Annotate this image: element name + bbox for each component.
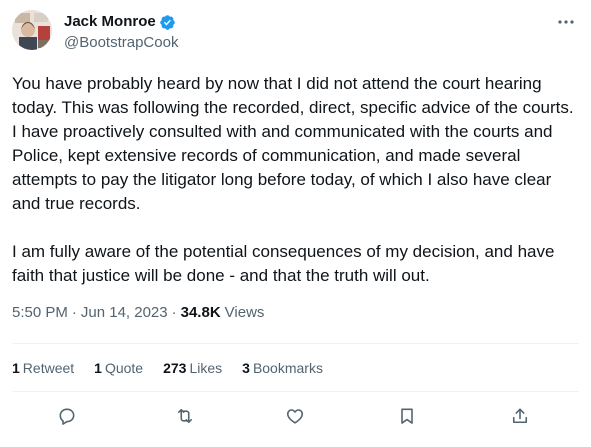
views-label: Views [224, 304, 265, 321]
tweet-meta: 5:50 PM · Jun 14, 2023 · 34.8K Views [12, 303, 264, 323]
avatar-photo-icon [12, 10, 52, 50]
tweet-card: Jack Monroe @BootstrapCook You have prob… [0, 0, 591, 447]
reply-icon[interactable] [55, 404, 79, 428]
retweets-label: Retweet [22, 360, 75, 376]
meta-separator: · [171, 304, 177, 321]
engagement-stats: 1 Retweet 1 Quote 273 Likes 3 Bookmarks [12, 358, 343, 378]
quotes-label: Quote [104, 360, 144, 376]
retweets-stat[interactable]: 1 Retweet [12, 358, 74, 378]
bookmarks-count: 3 [242, 360, 250, 376]
bookmarks-label: Bookmarks [252, 360, 323, 376]
bookmarks-stat[interactable]: 3 Bookmarks [242, 358, 323, 378]
avatar[interactable] [12, 10, 52, 50]
retweet-icon[interactable] [173, 404, 197, 428]
likes-count: 273 [163, 360, 187, 376]
more-options-icon[interactable] [555, 14, 577, 30]
display-name[interactable]: Jack Monroe [64, 12, 156, 32]
tweet-text: You have probably heard by now that I di… [12, 72, 574, 288]
quotes-stat[interactable]: 1 Quote [94, 358, 143, 378]
tweet-paragraph: I am fully aware of the potential conseq… [12, 242, 555, 285]
tweet-paragraph: You have probably heard by now that I di… [12, 74, 574, 213]
verified-badge-icon[interactable] [159, 14, 176, 31]
likes-label: Likes [189, 360, 223, 376]
divider [12, 343, 579, 344]
quotes-count: 1 [94, 360, 102, 376]
tweet-actions [0, 400, 591, 432]
tweet-date[interactable]: Jun 14, 2023 [81, 303, 168, 323]
retweets-count: 1 [12, 360, 20, 376]
bookmark-icon[interactable] [395, 404, 419, 428]
divider [12, 391, 579, 392]
tweet-time[interactable]: 5:50 PM [12, 303, 68, 323]
display-name-row: Jack Monroe [64, 12, 178, 32]
author-names: Jack Monroe @BootstrapCook [64, 12, 178, 53]
tweet-header: Jack Monroe @BootstrapCook [12, 10, 579, 54]
meta-separator: · [71, 304, 77, 321]
handle[interactable]: @BootstrapCook [64, 33, 178, 53]
share-icon[interactable] [508, 404, 532, 428]
views-count: 34.8K [180, 304, 221, 321]
likes-stat[interactable]: 273 Likes [163, 358, 222, 378]
like-icon[interactable] [283, 404, 307, 428]
